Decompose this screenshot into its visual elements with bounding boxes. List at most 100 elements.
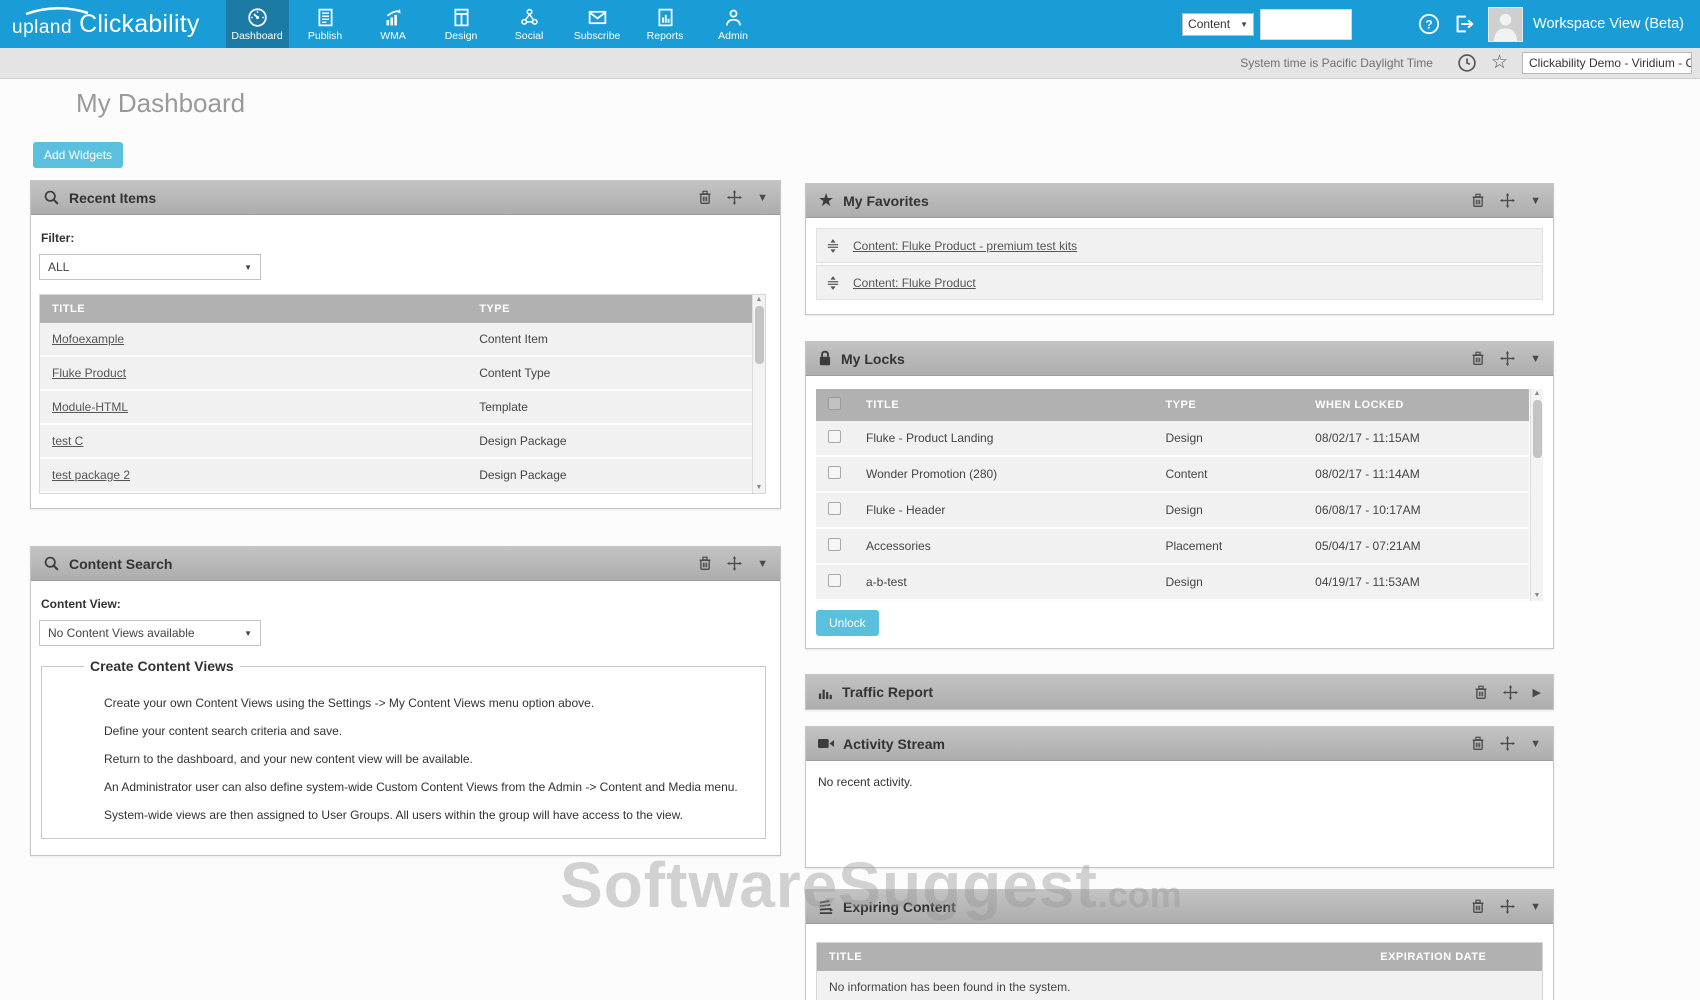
- collapse-icon[interactable]: ▼: [1530, 195, 1541, 207]
- scrollbar-thumb[interactable]: [1533, 400, 1542, 458]
- widget-title: Content Search: [69, 556, 172, 572]
- content-view-select[interactable]: No Content Views available ▼: [39, 620, 261, 646]
- left-column: Recent Items ▼ Filter: ALL ▼ TITLE: [30, 180, 781, 856]
- table-row: Fluke - HeaderDesign06/08/17 - 10:17AM: [816, 492, 1529, 528]
- row-checkbox[interactable]: [828, 502, 841, 515]
- widget-title: Recent Items: [69, 190, 156, 206]
- my-locks-table-wrap: TITLE TYPE WHEN LOCKED Fluke - Product L…: [816, 389, 1543, 601]
- page-title: My Dashboard: [76, 88, 245, 119]
- trash-icon[interactable]: [1471, 193, 1485, 208]
- recent-items-table: TITLE TYPE MofoexampleContent Item Fluke…: [40, 295, 752, 493]
- empty-expiring-text: No information has been found in the sys…: [817, 971, 1543, 1000]
- move-icon[interactable]: [1500, 899, 1515, 914]
- scroll-down-icon[interactable]: ▼: [1534, 592, 1541, 600]
- star-icon: ★: [818, 190, 834, 211]
- nav-tab-design[interactable]: Design: [430, 0, 493, 48]
- expand-icon[interactable]: ▶: [1533, 686, 1541, 699]
- filter-label: Filter:: [41, 231, 766, 245]
- workspace-view-link[interactable]: Workspace View (Beta): [1533, 16, 1684, 32]
- activity-stream-header: Activity Stream ▼: [806, 727, 1553, 761]
- move-icon[interactable]: [727, 190, 742, 205]
- expiring-content-widget: Expiring Content ▼ TITLE EXPIRATION DATE…: [805, 889, 1554, 1000]
- drag-handle-icon[interactable]: [827, 276, 839, 290]
- nav-tab-subscribe[interactable]: Subscribe: [566, 0, 629, 48]
- select-all-checkbox[interactable]: [828, 397, 841, 410]
- trash-icon[interactable]: [1471, 351, 1485, 366]
- recent-item-link[interactable]: test C: [52, 434, 83, 448]
- nav-tab-social[interactable]: Social: [498, 0, 561, 48]
- help-icon[interactable]: ?: [1418, 13, 1440, 35]
- trash-icon[interactable]: [1474, 685, 1488, 700]
- site-select[interactable]: Clickability Demo - Viridium - Cc ▼: [1522, 52, 1692, 74]
- recent-item-link[interactable]: Fluke Product: [52, 366, 126, 380]
- collapse-icon[interactable]: ▼: [757, 558, 768, 570]
- scroll-up-icon[interactable]: ▲: [1534, 390, 1541, 398]
- recent-items-scrollbar[interactable]: ▲ ▼: [752, 295, 765, 493]
- global-search-input[interactable]: [1260, 9, 1352, 40]
- lock-when: 08/02/17 - 11:14AM: [1303, 456, 1529, 492]
- nav-tab-wma[interactable]: WMA: [362, 0, 425, 48]
- brand-logo[interactable]: upland Clickability: [0, 10, 214, 39]
- drag-handle-icon[interactable]: [827, 239, 839, 253]
- instruction-line: Create your own Content Views using the …: [104, 696, 751, 710]
- scroll-up-icon[interactable]: ▲: [756, 296, 763, 304]
- scrollbar-thumb[interactable]: [755, 306, 764, 364]
- move-icon[interactable]: [1500, 351, 1515, 366]
- recent-item-link[interactable]: test package 2: [52, 468, 130, 482]
- lock-when: 08/02/17 - 11:15AM: [1303, 421, 1529, 456]
- search-scope-select[interactable]: Content ▼: [1182, 13, 1254, 36]
- search-icon: [43, 555, 60, 572]
- favorite-link[interactable]: Content: Fluke Product - premium test ki…: [853, 239, 1077, 253]
- lock-title: Wonder Promotion (280): [854, 456, 1153, 492]
- row-checkbox[interactable]: [828, 538, 841, 551]
- fieldset-legend: Create Content Views: [84, 658, 240, 674]
- nav-tab-admin[interactable]: Admin: [702, 0, 765, 48]
- favorite-link[interactable]: Content: Fluke Product: [853, 276, 976, 290]
- lock-title: Accessories: [854, 528, 1153, 564]
- move-icon[interactable]: [1500, 193, 1515, 208]
- trash-icon[interactable]: [1471, 736, 1485, 751]
- nav-tab-publish[interactable]: Publish: [294, 0, 357, 48]
- trash-icon[interactable]: [698, 190, 712, 205]
- unlock-button[interactable]: Unlock: [816, 610, 879, 636]
- lock-title: Fluke - Header: [854, 492, 1153, 528]
- move-icon[interactable]: [1500, 736, 1515, 751]
- user-avatar[interactable]: [1488, 7, 1523, 42]
- favorite-star-icon[interactable]: ☆: [1491, 53, 1508, 72]
- table-row: MofoexampleContent Item: [40, 323, 752, 356]
- collapse-icon[interactable]: ▼: [1530, 901, 1541, 913]
- scroll-down-icon[interactable]: ▼: [756, 484, 763, 492]
- clock-icon[interactable]: [1457, 53, 1477, 73]
- search-scope-value: Content: [1188, 17, 1230, 31]
- lock-title: Fluke - Product Landing: [854, 421, 1153, 456]
- collapse-icon[interactable]: ▼: [1530, 738, 1541, 750]
- column-header-type: TYPE: [1153, 389, 1303, 421]
- my-locks-body: TITLE TYPE WHEN LOCKED Fluke - Product L…: [806, 376, 1553, 648]
- nav-tab-reports[interactable]: Reports: [634, 0, 697, 48]
- instruction-line: Return to the dashboard, and your new co…: [104, 752, 751, 766]
- recent-item-link[interactable]: Mofoexample: [52, 332, 124, 346]
- recent-items-filter-select[interactable]: ALL ▼: [39, 254, 261, 280]
- logout-icon[interactable]: [1453, 13, 1475, 35]
- recent-item-link[interactable]: Module-HTML: [52, 400, 128, 414]
- recent-items-table-wrap: TITLE TYPE MofoexampleContent Item Fluke…: [39, 294, 766, 494]
- row-checkbox[interactable]: [828, 466, 841, 479]
- trash-icon[interactable]: [1471, 899, 1485, 914]
- nav-tab-dashboard[interactable]: Dashboard: [226, 0, 289, 48]
- table-row: No information has been found in the sys…: [817, 971, 1543, 1000]
- lock-title: a-b-test: [854, 564, 1153, 600]
- expiring-content-table: TITLE EXPIRATION DATE No information has…: [816, 942, 1543, 1000]
- add-widgets-button[interactable]: Add Widgets: [33, 142, 123, 168]
- my-locks-table: TITLE TYPE WHEN LOCKED Fluke - Product L…: [816, 389, 1529, 601]
- move-icon[interactable]: [727, 556, 742, 571]
- lock-type: Design: [1153, 421, 1303, 456]
- chevron-down-icon: ▼: [244, 629, 252, 638]
- row-checkbox[interactable]: [828, 430, 841, 443]
- collapse-icon[interactable]: ▼: [757, 192, 768, 204]
- move-icon[interactable]: [1503, 685, 1518, 700]
- collapse-icon[interactable]: ▼: [1530, 353, 1541, 365]
- video-camera-icon: [818, 737, 834, 750]
- row-checkbox[interactable]: [828, 574, 841, 587]
- my-locks-scrollbar[interactable]: ▲ ▼: [1530, 389, 1543, 601]
- trash-icon[interactable]: [698, 556, 712, 571]
